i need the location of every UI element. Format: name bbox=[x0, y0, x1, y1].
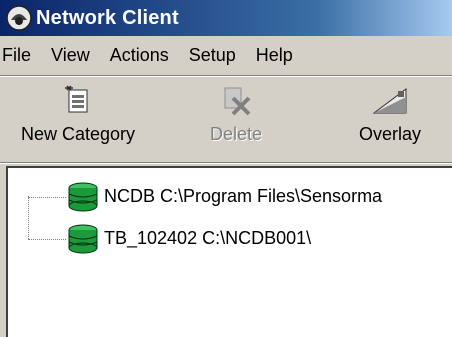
menu-file[interactable]: File bbox=[0, 45, 41, 66]
database-icon bbox=[68, 182, 98, 212]
toolbar: New Category Delete Overlay bbox=[0, 78, 452, 162]
menu-setup[interactable]: Setup bbox=[179, 45, 246, 66]
menu-view[interactable]: View bbox=[41, 45, 100, 66]
window-title: Network Client bbox=[36, 6, 179, 29]
database-icon bbox=[68, 224, 98, 254]
overlay-label: Overlay bbox=[358, 124, 421, 144]
app-icon bbox=[6, 5, 32, 31]
new-category-label: New Category bbox=[20, 124, 136, 144]
database-tree[interactable]: NCDB C:\Program Files\Sensorma TB_102402… bbox=[6, 166, 452, 337]
tree-item-tb102402[interactable]: TB_102402 C:\NCDB001\ bbox=[8, 224, 448, 254]
new-category-icon bbox=[58, 82, 98, 118]
menu-bar: File View Actions Setup Help bbox=[0, 36, 452, 74]
toolbar-separator bbox=[0, 162, 452, 164]
overlay-icon bbox=[370, 82, 410, 118]
menu-actions[interactable]: Actions bbox=[100, 45, 179, 66]
delete-icon bbox=[216, 82, 256, 118]
title-bar[interactable]: Network Client bbox=[0, 0, 452, 36]
new-category-button[interactable]: New Category bbox=[0, 82, 156, 145]
menu-separator bbox=[0, 75, 452, 77]
delete-button[interactable]: Delete bbox=[196, 82, 276, 145]
tree-item-ncdb[interactable]: NCDB C:\Program Files\Sensorma bbox=[8, 182, 448, 212]
overlay-button[interactable]: Overlay bbox=[340, 82, 440, 145]
menu-help[interactable]: Help bbox=[246, 45, 303, 66]
tree-item-label: TB_102402 C:\NCDB001\ bbox=[104, 228, 312, 248]
delete-label: Delete bbox=[209, 124, 263, 144]
tree-item-label: NCDB C:\Program Files\Sensorma bbox=[104, 186, 383, 206]
